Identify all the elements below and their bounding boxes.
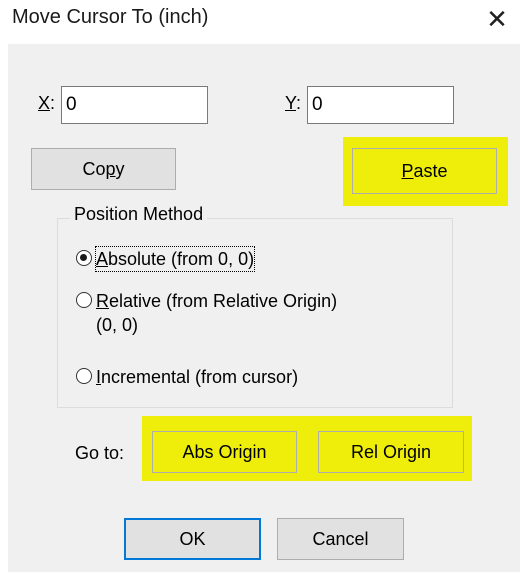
rel-origin-button[interactable]: Rel Origin — [318, 431, 464, 473]
radio-incremental-label: Incremental (from cursor) — [96, 367, 299, 387]
move-cursor-dialog: Move Cursor To (inch) ✕ X: Y: Copy Paste… — [0, 0, 523, 575]
radio-relative[interactable]: Relative (from Relative Origin) (0, 0) — [76, 289, 337, 337]
x-field[interactable] — [61, 86, 208, 124]
position-method-title: Position Method — [70, 204, 208, 225]
title-bar: Move Cursor To (inch) ✕ — [0, 0, 523, 44]
copy-button[interactable]: Co p y — [31, 148, 176, 190]
x-label: X: — [38, 93, 56, 113]
y-field[interactable] — [307, 86, 454, 124]
y-label: Y: — [285, 93, 302, 113]
radio-button-icon[interactable] — [76, 292, 92, 308]
radio-absolute[interactable]: Absolute (from 0, 0) — [76, 246, 256, 272]
goto-label: Go to: — [75, 443, 125, 463]
radio-relative-label: Relative (from Relative Origin) (0, 0) — [96, 291, 338, 335]
abs-origin-button[interactable]: Abs Origin — [152, 431, 297, 473]
radio-button-icon[interactable] — [76, 250, 92, 266]
ok-button[interactable]: OK — [124, 518, 261, 560]
close-icon[interactable]: ✕ — [479, 2, 515, 38]
radio-absolute-label: Absolute (from 0, 0) — [94, 246, 256, 272]
cancel-button[interactable]: Cancel — [277, 518, 404, 560]
paste-button[interactable]: Paste — [352, 148, 497, 194]
radio-button-icon[interactable] — [76, 368, 92, 384]
dialog-title: Move Cursor To (inch) — [12, 6, 209, 28]
radio-incremental[interactable]: Incremental (from cursor) — [76, 365, 298, 389]
